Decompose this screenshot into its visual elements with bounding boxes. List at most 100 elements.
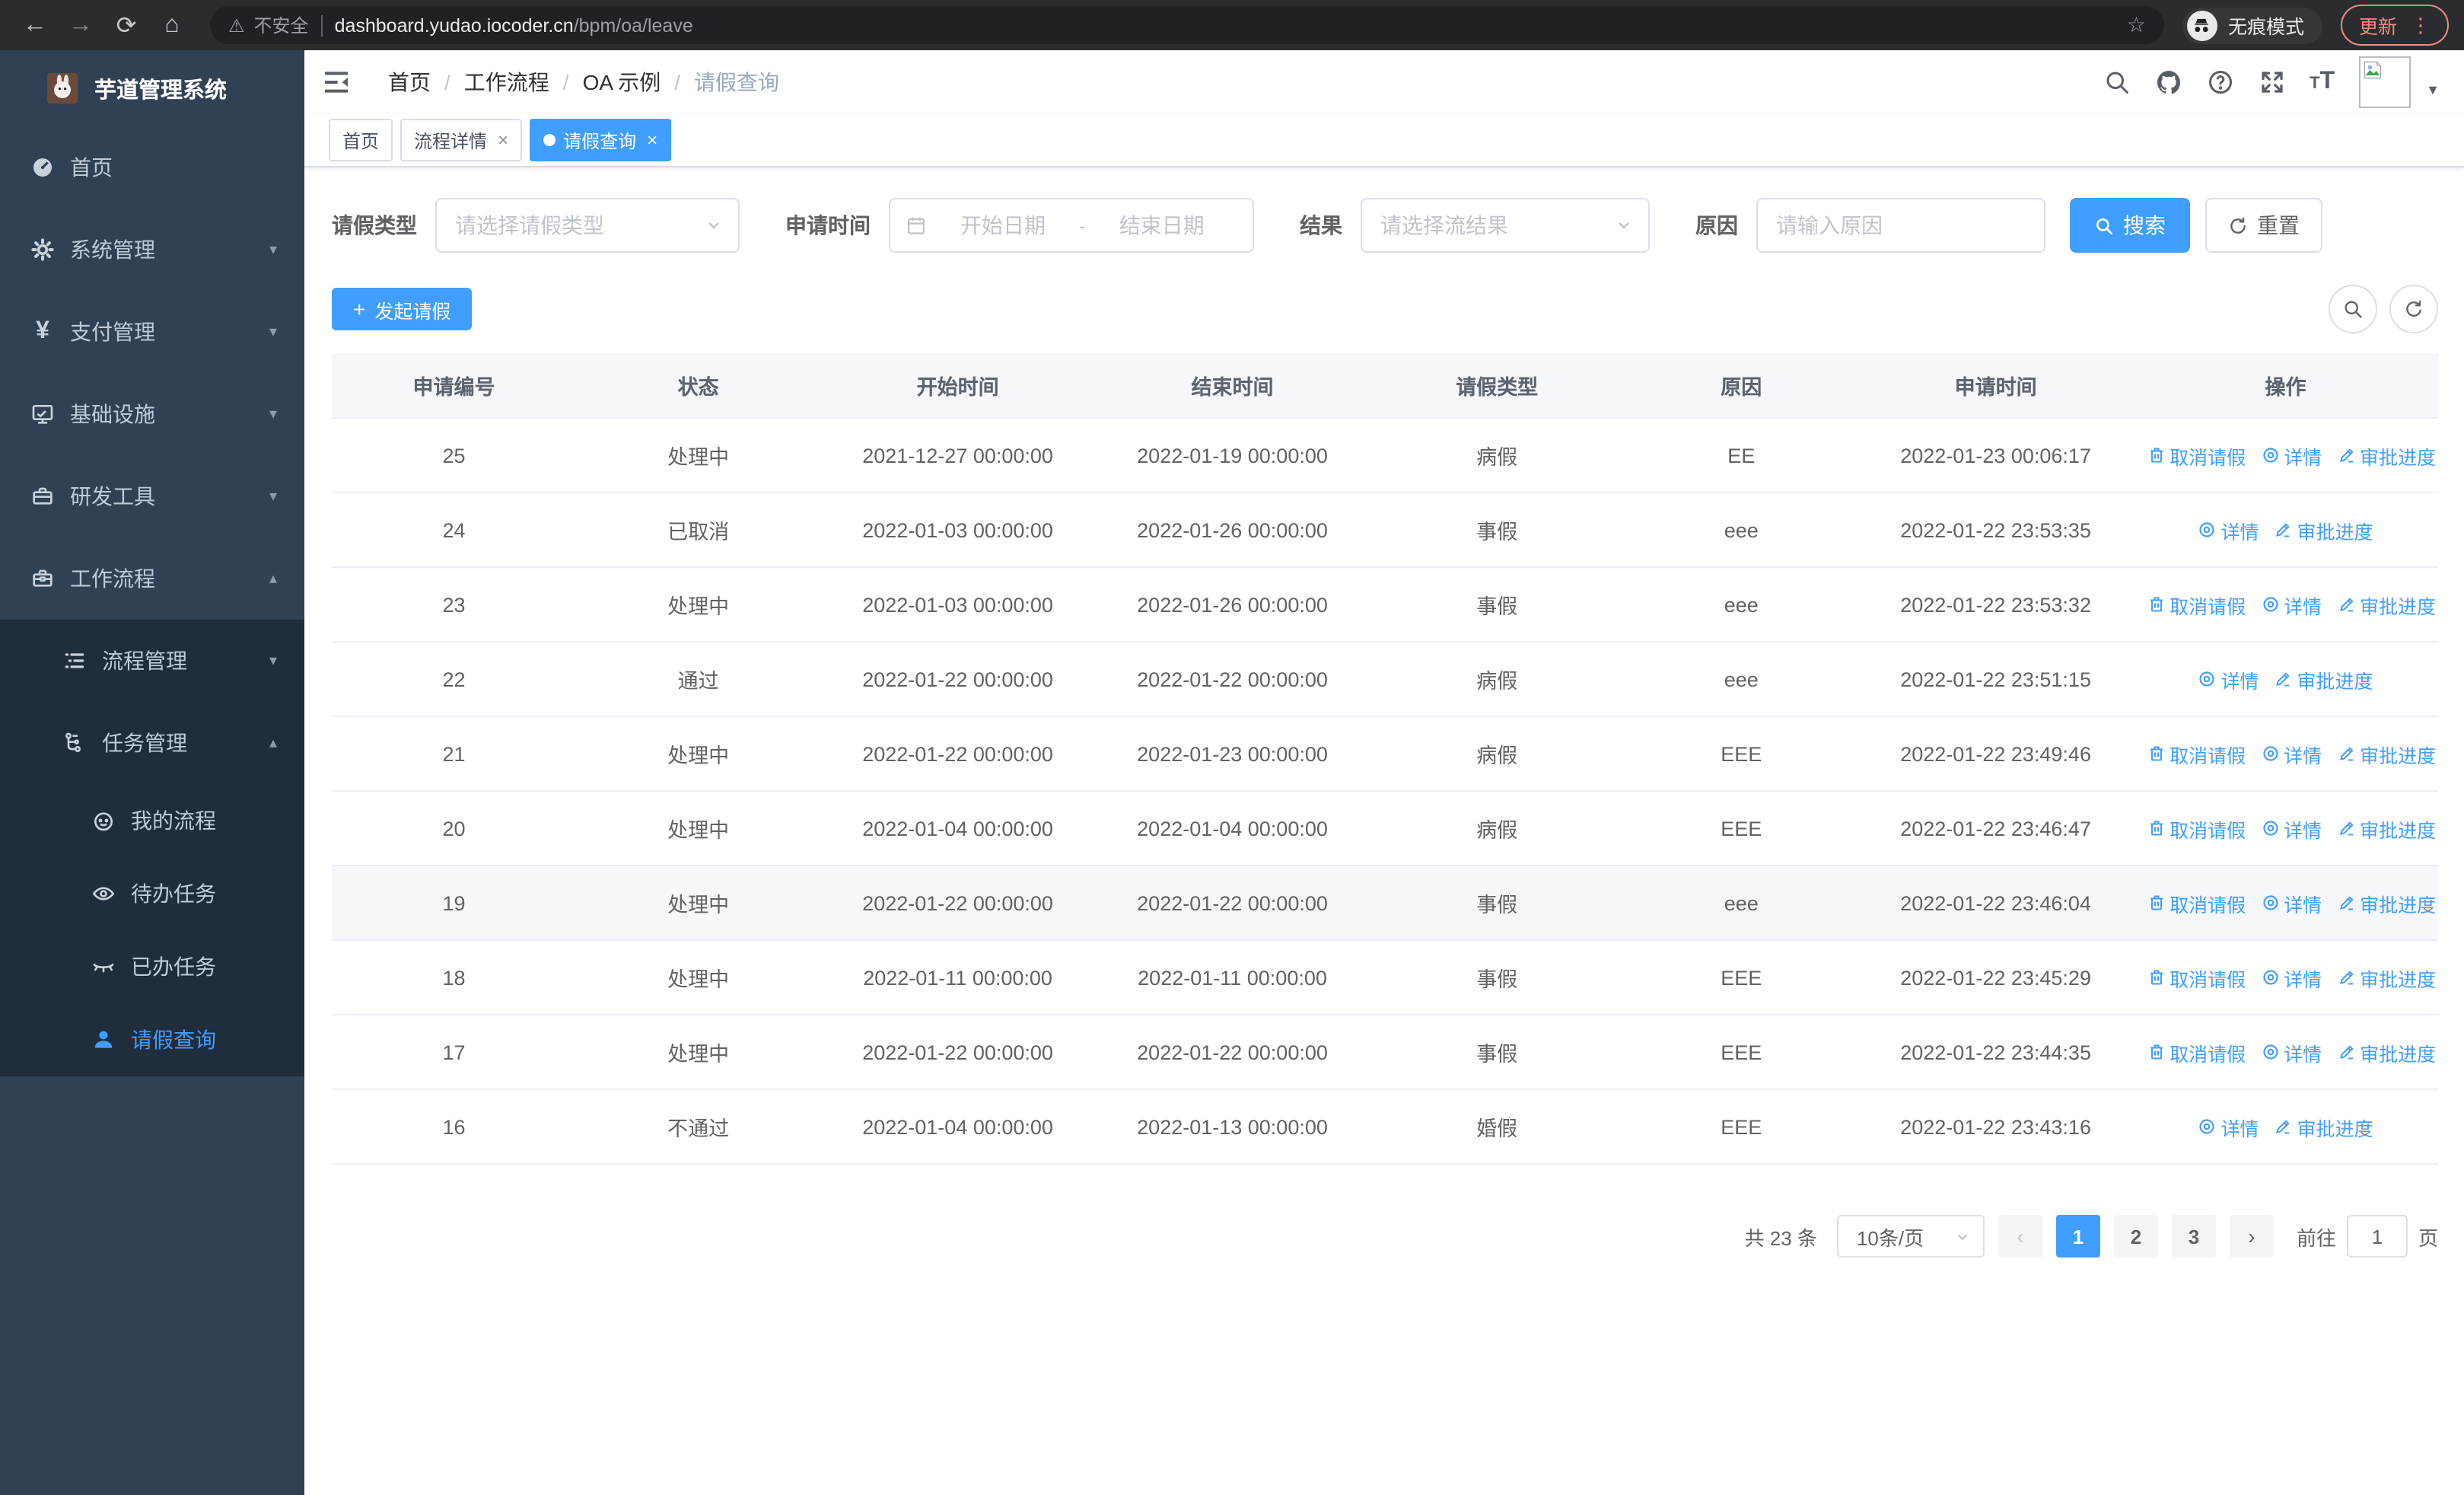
browser-reload-icon[interactable]: ⟳ bbox=[107, 5, 146, 45]
browser-back-icon[interactable]: ← bbox=[15, 5, 55, 45]
reason-input-wrap[interactable] bbox=[1756, 198, 2045, 253]
col-end: 结束时间 bbox=[1095, 353, 1370, 419]
sidebar-item-todo-tasks[interactable]: 待办任务 bbox=[0, 857, 304, 930]
cancel-leave-link[interactable]: 取消请假 bbox=[2147, 590, 2246, 619]
approval-progress-link[interactable]: 审批进度 bbox=[2337, 963, 2436, 992]
trash-icon bbox=[2150, 970, 2163, 985]
approval-progress-link[interactable]: 审批进度 bbox=[2337, 441, 2436, 470]
approval-progress-link[interactable]: 审批进度 bbox=[2337, 590, 2436, 619]
create-leave-button[interactable]: + 发起请假 bbox=[332, 288, 473, 330]
result-select[interactable] bbox=[1361, 198, 1650, 253]
next-page-button[interactable]: › bbox=[2229, 1215, 2274, 1258]
goto-page-input[interactable] bbox=[2346, 1215, 2408, 1258]
page-button-2[interactable]: 2 bbox=[2113, 1215, 2158, 1258]
reason-input[interactable] bbox=[1773, 212, 2029, 239]
cancel-leave-link[interactable]: 取消请假 bbox=[2147, 1038, 2246, 1066]
sidebar-item-my-process[interactable]: 我的流程 bbox=[0, 784, 304, 857]
view-icon bbox=[2199, 1119, 2215, 1134]
chevron-down-icon[interactable]: ▼ bbox=[2426, 82, 2440, 97]
detail-link[interactable]: 详情 bbox=[2261, 888, 2322, 917]
breadcrumb-item-oa[interactable]: OA 示例 bbox=[583, 67, 661, 97]
sidebar-item-home[interactable]: 首页 bbox=[0, 126, 304, 209]
detail-link[interactable]: 详情 bbox=[2261, 814, 2322, 843]
detail-link[interactable]: 详情 bbox=[2261, 590, 2322, 619]
sidebar-item-payment[interactable]: ¥ 支付管理 ▾ bbox=[0, 291, 304, 373]
total-count: 共 23 条 bbox=[1744, 1226, 1817, 1249]
cell-reason: EEE bbox=[1624, 791, 1859, 866]
active-dot bbox=[543, 134, 556, 146]
approval-progress-link[interactable]: 审批进度 bbox=[2275, 515, 2373, 544]
cell-type: 事假 bbox=[1370, 865, 1625, 941]
apply-time-range-picker[interactable]: - bbox=[889, 198, 1254, 253]
breadcrumb-item-workflow[interactable]: 工作流程 bbox=[464, 67, 549, 97]
cell-id: 21 bbox=[332, 716, 577, 792]
tab-leave-query[interactable]: 请假查询 × bbox=[530, 119, 672, 161]
cancel-leave-link[interactable]: 取消请假 bbox=[2147, 963, 2246, 992]
refresh-table-button[interactable] bbox=[2389, 285, 2438, 333]
cancel-leave-link[interactable]: 取消请假 bbox=[2147, 888, 2246, 917]
table-toolbar: + 发起请假 bbox=[332, 285, 2438, 333]
sidebar-item-leave-query[interactable]: 请假查询 bbox=[0, 1003, 304, 1076]
browser-forward-icon[interactable]: → bbox=[61, 5, 100, 45]
detail-link[interactable]: 详情 bbox=[2198, 665, 2259, 693]
font-size-icon[interactable]: TT bbox=[2310, 69, 2335, 96]
detail-link[interactable]: 详情 bbox=[2261, 1038, 2322, 1066]
approval-progress-link[interactable]: 审批进度 bbox=[2275, 1112, 2373, 1141]
cancel-leave-link[interactable]: 取消请假 bbox=[2147, 441, 2246, 470]
close-icon[interactable]: × bbox=[647, 129, 657, 151]
close-icon[interactable]: × bbox=[498, 129, 508, 151]
update-button[interactable]: 更新 ⋮ bbox=[2340, 5, 2449, 46]
reset-button[interactable]: 重置 bbox=[2205, 198, 2322, 253]
help-icon[interactable] bbox=[2206, 69, 2233, 96]
approval-progress-link[interactable]: 审批进度 bbox=[2337, 814, 2436, 843]
start-date-input[interactable] bbox=[936, 212, 1070, 239]
cell-apply-time: 2022-01-22 23:51:15 bbox=[1858, 642, 2134, 717]
cell-end: 2022-01-19 00:00:00 bbox=[1095, 418, 1370, 493]
tab-process-detail[interactable]: 流程详情 × bbox=[400, 119, 523, 161]
sidebar-item-task-mgmt[interactable]: 任务管理 ▴ bbox=[0, 702, 304, 784]
leave-type-select[interactable] bbox=[435, 198, 740, 253]
security-chip[interactable]: ⚠ 不安全 bbox=[228, 12, 309, 38]
sidebar-item-workflow[interactable]: 工作流程 ▴ bbox=[0, 537, 304, 620]
detail-link[interactable]: 详情 bbox=[2261, 963, 2322, 992]
prev-page-button[interactable]: ‹ bbox=[1998, 1215, 2042, 1258]
github-icon[interactable] bbox=[2154, 69, 2182, 96]
sidebar-item-devtools[interactable]: 研发工具 ▾ bbox=[0, 455, 304, 537]
cancel-leave-link[interactable]: 取消请假 bbox=[2147, 814, 2246, 843]
cell-type: 病假 bbox=[1370, 418, 1625, 493]
detail-link[interactable]: 详情 bbox=[2198, 515, 2259, 544]
sidebar-item-infra[interactable]: 基础设施 ▾ bbox=[0, 373, 304, 455]
pagination: 共 23 条 10条/页 ‹ 1 2 3 › 前往 页 bbox=[332, 1215, 2438, 1303]
url-bar[interactable]: ⚠ 不安全 dashboard.yudao.iocoder.cn/bpm/oa/… bbox=[210, 6, 2164, 44]
approval-progress-link[interactable]: 审批进度 bbox=[2337, 888, 2436, 917]
detail-link[interactable]: 详情 bbox=[2261, 441, 2322, 470]
detail-link[interactable]: 详情 bbox=[2261, 739, 2322, 768]
browser-menu-icon[interactable]: ⋮ bbox=[2411, 13, 2431, 37]
sidebar-item-system[interactable]: 系统管理 ▾ bbox=[0, 209, 304, 291]
show-search-button[interactable] bbox=[2329, 285, 2377, 333]
approval-progress-link[interactable]: 审批进度 bbox=[2275, 665, 2373, 693]
sidebar-item-done-tasks[interactable]: 已办任务 bbox=[0, 930, 304, 1003]
cell-end: 2022-01-26 00:00:00 bbox=[1095, 492, 1370, 568]
user-icon bbox=[91, 1028, 116, 1052]
browser-home-icon[interactable]: ⌂ bbox=[152, 5, 192, 45]
detail-link[interactable]: 详情 bbox=[2198, 1112, 2259, 1141]
page-button-1[interactable]: 1 bbox=[2055, 1215, 2100, 1258]
approval-progress-link[interactable]: 审批进度 bbox=[2337, 739, 2436, 768]
approval-progress-link[interactable]: 审批进度 bbox=[2337, 1038, 2436, 1066]
reason-label: 原因 bbox=[1695, 213, 1738, 237]
sidebar-item-process-mgmt[interactable]: 流程管理 ▾ bbox=[0, 620, 304, 702]
search-button[interactable]: 搜索 bbox=[2070, 198, 2190, 253]
search-icon[interactable] bbox=[2103, 69, 2130, 96]
avatar[interactable] bbox=[2359, 56, 2411, 108]
fullscreen-icon[interactable] bbox=[2258, 69, 2285, 96]
bookmark-star-icon[interactable]: ☆ bbox=[2127, 12, 2146, 38]
page-button-3[interactable]: 3 bbox=[2171, 1215, 2216, 1258]
tab-home[interactable]: 首页 bbox=[329, 119, 393, 161]
end-date-input[interactable] bbox=[1094, 212, 1229, 239]
breadcrumb-item-home[interactable]: 首页 bbox=[388, 67, 431, 97]
page-size-select[interactable]: 10条/页 bbox=[1836, 1215, 1985, 1258]
cancel-leave-link[interactable]: 取消请假 bbox=[2147, 739, 2246, 768]
sidebar-fold-icon[interactable] bbox=[320, 65, 353, 99]
security-label: 不安全 bbox=[253, 15, 309, 37]
